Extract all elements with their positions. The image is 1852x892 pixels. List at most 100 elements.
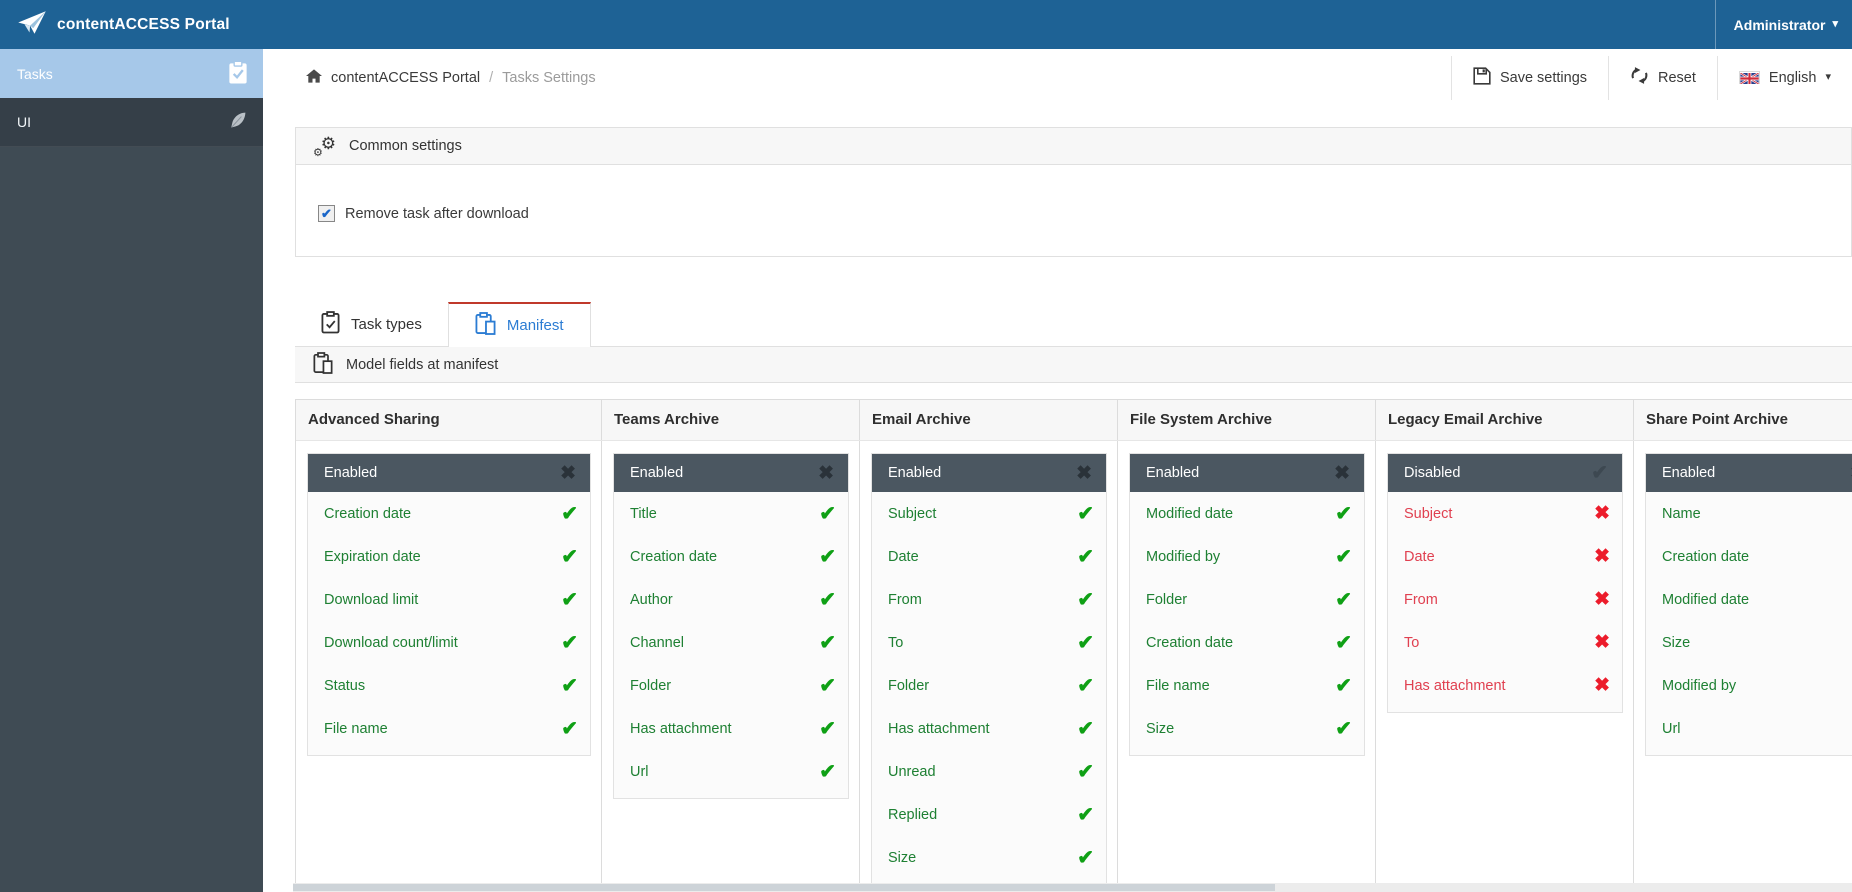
- field-row-folder[interactable]: Folder ✔: [872, 664, 1106, 707]
- field-row-to[interactable]: To ✖: [1388, 621, 1622, 664]
- field-row-folder[interactable]: Folder ✔: [1130, 578, 1364, 621]
- field-row-modified-date[interactable]: Modified date✔: [1646, 578, 1852, 621]
- field-row-size[interactable]: Size✔: [872, 836, 1106, 879]
- state-toggle-header[interactable]: Enabled✖: [872, 454, 1106, 492]
- check-icon[interactable]: ✔: [561, 673, 578, 698]
- field-row-unread[interactable]: Unread ✔: [872, 750, 1106, 793]
- check-icon[interactable]: ✔: [1077, 630, 1094, 655]
- check-icon[interactable]: ✔: [819, 630, 836, 655]
- check-icon[interactable]: ✔: [819, 501, 836, 526]
- field-row-modified-by[interactable]: Modified by✔: [1130, 535, 1364, 578]
- field-row-download-count-limit[interactable]: Download count/limit ✔: [308, 621, 590, 664]
- sidebar-item-ui[interactable]: UI: [0, 98, 263, 147]
- cross-icon[interactable]: ✖: [1594, 545, 1610, 568]
- check-icon[interactable]: ✔: [1077, 759, 1094, 784]
- cross-icon[interactable]: ✖: [1594, 631, 1610, 654]
- field-row-title[interactable]: Title ✔: [614, 492, 848, 535]
- horizontal-scrollbar-thumb[interactable]: [293, 884, 1276, 891]
- state-toggle-header[interactable]: Enabled✖: [614, 454, 848, 492]
- check-icon[interactable]: ✔: [1335, 544, 1352, 569]
- field-row-subject[interactable]: Subject ✖: [1388, 492, 1622, 535]
- field-row-date[interactable]: Date ✖: [1388, 535, 1622, 578]
- check-icon[interactable]: ✔: [1077, 673, 1094, 698]
- cross-icon[interactable]: ✖: [1076, 464, 1092, 483]
- horizontal-scrollbar[interactable]: [293, 883, 1852, 892]
- field-row-channel[interactable]: Channel ✔: [614, 621, 848, 664]
- cross-icon[interactable]: ✖: [818, 464, 834, 483]
- field-row-replied[interactable]: Replied ✔: [872, 793, 1106, 836]
- field-row-name[interactable]: Name✔: [1646, 492, 1852, 535]
- state-toggle-header[interactable]: Enabled✖: [1646, 454, 1852, 492]
- check-icon[interactable]: ✔: [1335, 501, 1352, 526]
- cross-icon[interactable]: ✖: [560, 464, 576, 483]
- cross-icon[interactable]: ✖: [1594, 674, 1610, 697]
- state-toggle-header[interactable]: Enabled✖: [308, 454, 590, 492]
- tab-task-types[interactable]: Task types: [295, 302, 448, 346]
- check-icon[interactable]: ✔: [1077, 587, 1094, 612]
- field-row-creation-date[interactable]: Creation date✔: [308, 492, 590, 535]
- field-row-status[interactable]: Status ✔: [308, 664, 590, 707]
- field-row-modified-by[interactable]: Modified by✔: [1646, 664, 1852, 707]
- cross-icon[interactable]: ✖: [1594, 588, 1610, 611]
- language-selector[interactable]: English ▾: [1716, 55, 1852, 100]
- breadcrumb-toolbar-row: contentACCESS Portal / Tasks Settings Sa…: [263, 49, 1852, 106]
- cross-icon[interactable]: ✖: [1594, 502, 1610, 525]
- field-row-has-attachment[interactable]: Has attachment ✖: [1388, 664, 1622, 707]
- field-row-date[interactable]: Date ✔: [872, 535, 1106, 578]
- check-icon[interactable]: ✔: [819, 673, 836, 698]
- state-toggle-header[interactable]: Disabled ✔: [1388, 454, 1622, 492]
- archives-table: Advanced Sharing Teams Archive Email Archi…: [295, 399, 1852, 885]
- field-row-folder[interactable]: Folder ✔: [614, 664, 848, 707]
- check-icon[interactable]: ✔: [1077, 501, 1094, 526]
- check-icon[interactable]: ✔: [561, 587, 578, 612]
- check-icon[interactable]: ✔: [561, 544, 578, 569]
- field-row-size[interactable]: Size✔: [1130, 707, 1364, 750]
- field-row-author[interactable]: Author ✔: [614, 578, 848, 621]
- field-row-size[interactable]: Size✔: [1646, 621, 1852, 664]
- column-header-file-system-archive: File System Archive: [1118, 400, 1376, 440]
- field-row-from[interactable]: From ✔: [872, 578, 1106, 621]
- field-row-subject[interactable]: Subject ✔: [872, 492, 1106, 535]
- check-icon[interactable]: ✔: [819, 759, 836, 784]
- check-icon[interactable]: ✔: [1335, 673, 1352, 698]
- state-toggle-header[interactable]: Enabled✖: [1130, 454, 1364, 492]
- check-icon[interactable]: ✔: [1335, 630, 1352, 655]
- breadcrumb-root-link[interactable]: contentACCESS Portal: [331, 70, 480, 86]
- check-icon[interactable]: ✔: [819, 716, 836, 741]
- check-icon[interactable]: ✔: [1077, 544, 1094, 569]
- save-settings-button[interactable]: Save settings: [1450, 55, 1608, 100]
- check-icon[interactable]: ✔: [1335, 587, 1352, 612]
- remove-task-checkbox[interactable]: ✔: [318, 205, 335, 222]
- field-row-from[interactable]: From ✖: [1388, 578, 1622, 621]
- field-row-file-name[interactable]: File name ✔: [1130, 664, 1364, 707]
- field-row-to[interactable]: To ✔: [872, 621, 1106, 664]
- check-icon[interactable]: ✔: [1077, 716, 1094, 741]
- field-row-file-name[interactable]: File name ✔: [308, 707, 590, 750]
- field-row-creation-date[interactable]: Creation date✔: [1646, 535, 1852, 578]
- tab-manifest[interactable]: Manifest: [447, 302, 591, 347]
- field-row-url[interactable]: Url✔: [1646, 707, 1852, 750]
- check-icon[interactable]: ✔: [1077, 802, 1094, 827]
- cross-icon[interactable]: ✖: [1334, 464, 1350, 483]
- user-menu-administrator[interactable]: Administrator ▾: [1715, 0, 1852, 49]
- check-icon[interactable]: ✔: [1077, 845, 1094, 870]
- check-icon[interactable]: ✔: [1591, 463, 1608, 483]
- field-row-creation-date[interactable]: Creation date✔: [614, 535, 848, 578]
- field-row-expiration-date[interactable]: Expiration date ✔: [308, 535, 590, 578]
- check-icon[interactable]: ✔: [561, 716, 578, 741]
- field-row-has-attachment[interactable]: Has attachment ✔: [614, 707, 848, 750]
- remove-task-checkbox-row[interactable]: ✔ Remove task after download: [318, 205, 1851, 222]
- field-row-modified-date[interactable]: Modified date✔: [1130, 492, 1364, 535]
- reset-button[interactable]: Reset: [1608, 55, 1717, 100]
- check-icon[interactable]: ✔: [561, 501, 578, 526]
- field-row-creation-date[interactable]: Creation date✔: [1130, 621, 1364, 664]
- field-row-url[interactable]: Url✔: [614, 750, 848, 793]
- field-row-download-limit[interactable]: Download limit ✔: [308, 578, 590, 621]
- check-icon[interactable]: ✔: [561, 630, 578, 655]
- check-icon[interactable]: ✔: [819, 587, 836, 612]
- sidebar-item-tasks[interactable]: Tasks: [0, 49, 263, 98]
- check-icon[interactable]: ✔: [1335, 716, 1352, 741]
- field-label: Size: [1662, 634, 1691, 651]
- check-icon[interactable]: ✔: [819, 544, 836, 569]
- field-row-has-attachment[interactable]: Has attachment ✔: [872, 707, 1106, 750]
